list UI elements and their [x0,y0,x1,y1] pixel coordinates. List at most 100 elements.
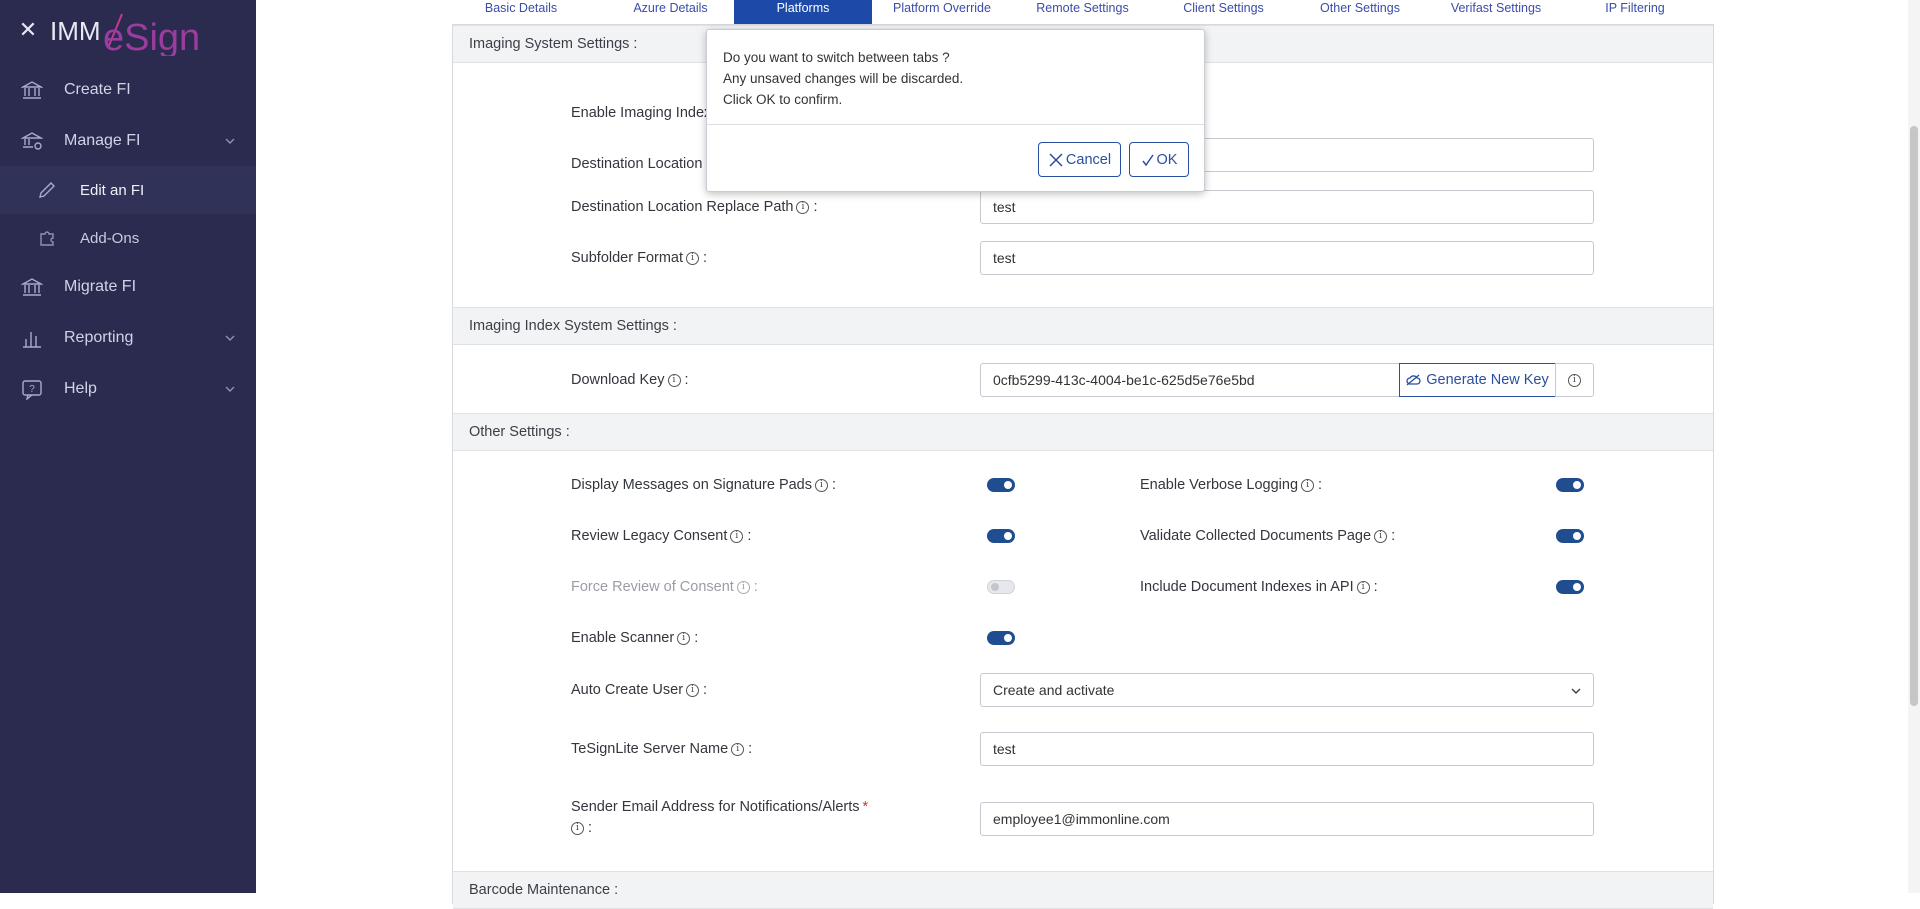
colon: : [1318,477,1323,493]
label-text: Destination Location [571,156,703,172]
subfolder-format-label: Subfolder Format i : [571,241,707,275]
auto-create-user-label: Auto Create User i : [571,673,707,707]
ok-button[interactable]: OK [1129,142,1189,177]
include-indexes-toggle[interactable] [1556,580,1584,594]
enable-scanner-toggle[interactable] [987,631,1015,645]
info-icon[interactable]: i [796,200,810,214]
tab-azure-details[interactable]: Azure Details [607,0,734,24]
info-icon[interactable]: i [686,683,700,697]
chevron-down-icon [222,330,238,346]
info-icon[interactable]: i [730,529,744,543]
colon: : [588,820,593,836]
review-legacy-consent-label: Review Legacy Consent i : [571,521,751,551]
scrollbar-thumb[interactable] [1910,126,1918,706]
generate-button-label: Generate New Key [1426,372,1549,388]
label-text: Review Legacy Consent [571,528,728,544]
tab-client-settings[interactable]: Client Settings [1153,0,1294,24]
barcode-maintenance-header: Barcode Maintenance : [453,871,1713,909]
tab-platforms[interactable]: Platforms [734,0,872,24]
info-icon[interactable]: i [677,631,691,645]
colon: : [748,741,753,757]
close-icon [1048,152,1064,168]
dialog-message: Do you want to switch between tabs ? Any… [723,47,963,110]
info-icon[interactable]: i [736,580,750,594]
info-icon[interactable]: i [1374,529,1388,543]
colon: : [684,372,689,388]
destination-location-label: Destination Location [571,147,702,181]
help-icon: ? [20,377,44,401]
colon: : [813,199,818,215]
download-key-info-button[interactable]: i [1555,363,1594,397]
colon: : [703,250,708,266]
label-text: TeSignLite Server Name [571,741,729,757]
ok-label: OK [1156,151,1178,168]
tab-remote-settings[interactable]: Remote Settings [1012,0,1153,24]
display-messages-toggle[interactable] [987,478,1015,492]
tab-ip-filtering[interactable]: IP Filtering [1566,0,1704,24]
subfolder-format-input[interactable]: test [980,241,1594,275]
generate-new-key-button[interactable]: Generate New Key [1399,363,1556,397]
dialog-line: Any unsaved changes will be discarded. [723,71,964,86]
chevron-down-icon [222,133,238,149]
tab-other-settings[interactable]: Other Settings [1294,0,1426,24]
sidebar-item-label: Add-Ons [80,229,140,247]
download-key-label: Download Key i : [571,363,689,397]
info-icon[interactable]: i [815,478,828,492]
info-icon: i [1568,373,1581,387]
scrollbar[interactable] [1908,0,1920,893]
label-text: Validate Collected Documents Page [1140,528,1372,544]
download-key-input[interactable]: 0cfb5299-413c-4004-be1c-625d5e76e5bd [980,363,1400,397]
sidebar-item-add-ons[interactable]: Add-Ons [0,214,256,262]
info-icon[interactable]: i [571,821,584,835]
info-icon[interactable]: i [731,742,745,756]
sidebar-item-label: Reporting [64,329,134,346]
tab-platform-override[interactable]: Platform Override [872,0,1012,24]
svg-text:?: ? [29,384,35,395]
sidebar-item-edit-fi[interactable]: Edit an FI [0,166,256,214]
info-icon[interactable]: i [1356,580,1370,594]
label-text: Enable Verbose Logging [1140,477,1299,493]
sidebar-item-help[interactable]: ? Help [0,365,256,413]
cancel-button[interactable]: Cancel [1038,142,1121,177]
sidebar-item-label: Help [64,380,97,397]
validate-documents-label: Validate Collected Documents Page i : [1140,521,1395,551]
validate-documents-toggle[interactable] [1556,529,1584,543]
required-asterisk: * [862,799,869,815]
sender-email-label: Sender Email Address for Notifications/A… [571,797,868,817]
info-icon[interactable]: i [686,251,700,265]
puzzle-icon [36,227,58,249]
bar-chart-icon [20,326,44,350]
sidebar-item-manage-fi[interactable]: Manage FI [0,117,256,165]
logo-prefix: IMM [50,16,101,46]
bank-icon [20,78,44,102]
label-text: Auto Create User [571,682,684,698]
sidebar-item-create-fi[interactable]: Create FI [0,66,256,114]
colon: : [703,682,708,698]
display-messages-label: Display Messages on Signature Pads i : [571,470,836,500]
tab-basic-details[interactable]: Basic Details [435,0,607,24]
tab-bar: Basic Details Azure Details Platforms Pl… [435,0,1704,24]
dialog-line: Click OK to confirm. [723,92,843,107]
select-value: Create and activate [993,682,1115,698]
logo: IMM eSign [50,8,210,59]
tab-verifast-settings[interactable]: Verifast Settings [1426,0,1566,24]
close-icon[interactable]: ✕ [16,18,40,42]
sidebar-item-label: Edit an FI [80,181,145,199]
sidebar: ✕ IMM eSign Create FI Manage FI Edit an … [0,0,256,893]
auto-create-user-select[interactable]: Create and activate [980,673,1594,707]
force-review-consent-toggle [987,580,1015,594]
info-icon[interactable]: i [667,373,681,387]
bank-settings-icon [20,129,44,153]
destination-replace-input[interactable]: test [980,190,1594,224]
other-settings-header: Other Settings : [453,413,1713,451]
confirm-dialog: Do you want to switch between tabs ? Any… [706,29,1205,192]
sidebar-item-reporting[interactable]: Reporting [0,314,256,362]
server-name-input[interactable]: test [980,732,1594,766]
label-text: Display Messages on Signature Pads [571,477,812,493]
verbose-logging-toggle[interactable] [1556,478,1584,492]
sidebar-item-migrate-fi[interactable]: Migrate FI [0,263,256,311]
info-icon[interactable]: i [1301,478,1315,492]
sender-email-info: i : [571,818,592,838]
review-legacy-consent-toggle[interactable] [987,529,1015,543]
sender-email-input[interactable]: employee1@immonline.com [980,802,1594,836]
